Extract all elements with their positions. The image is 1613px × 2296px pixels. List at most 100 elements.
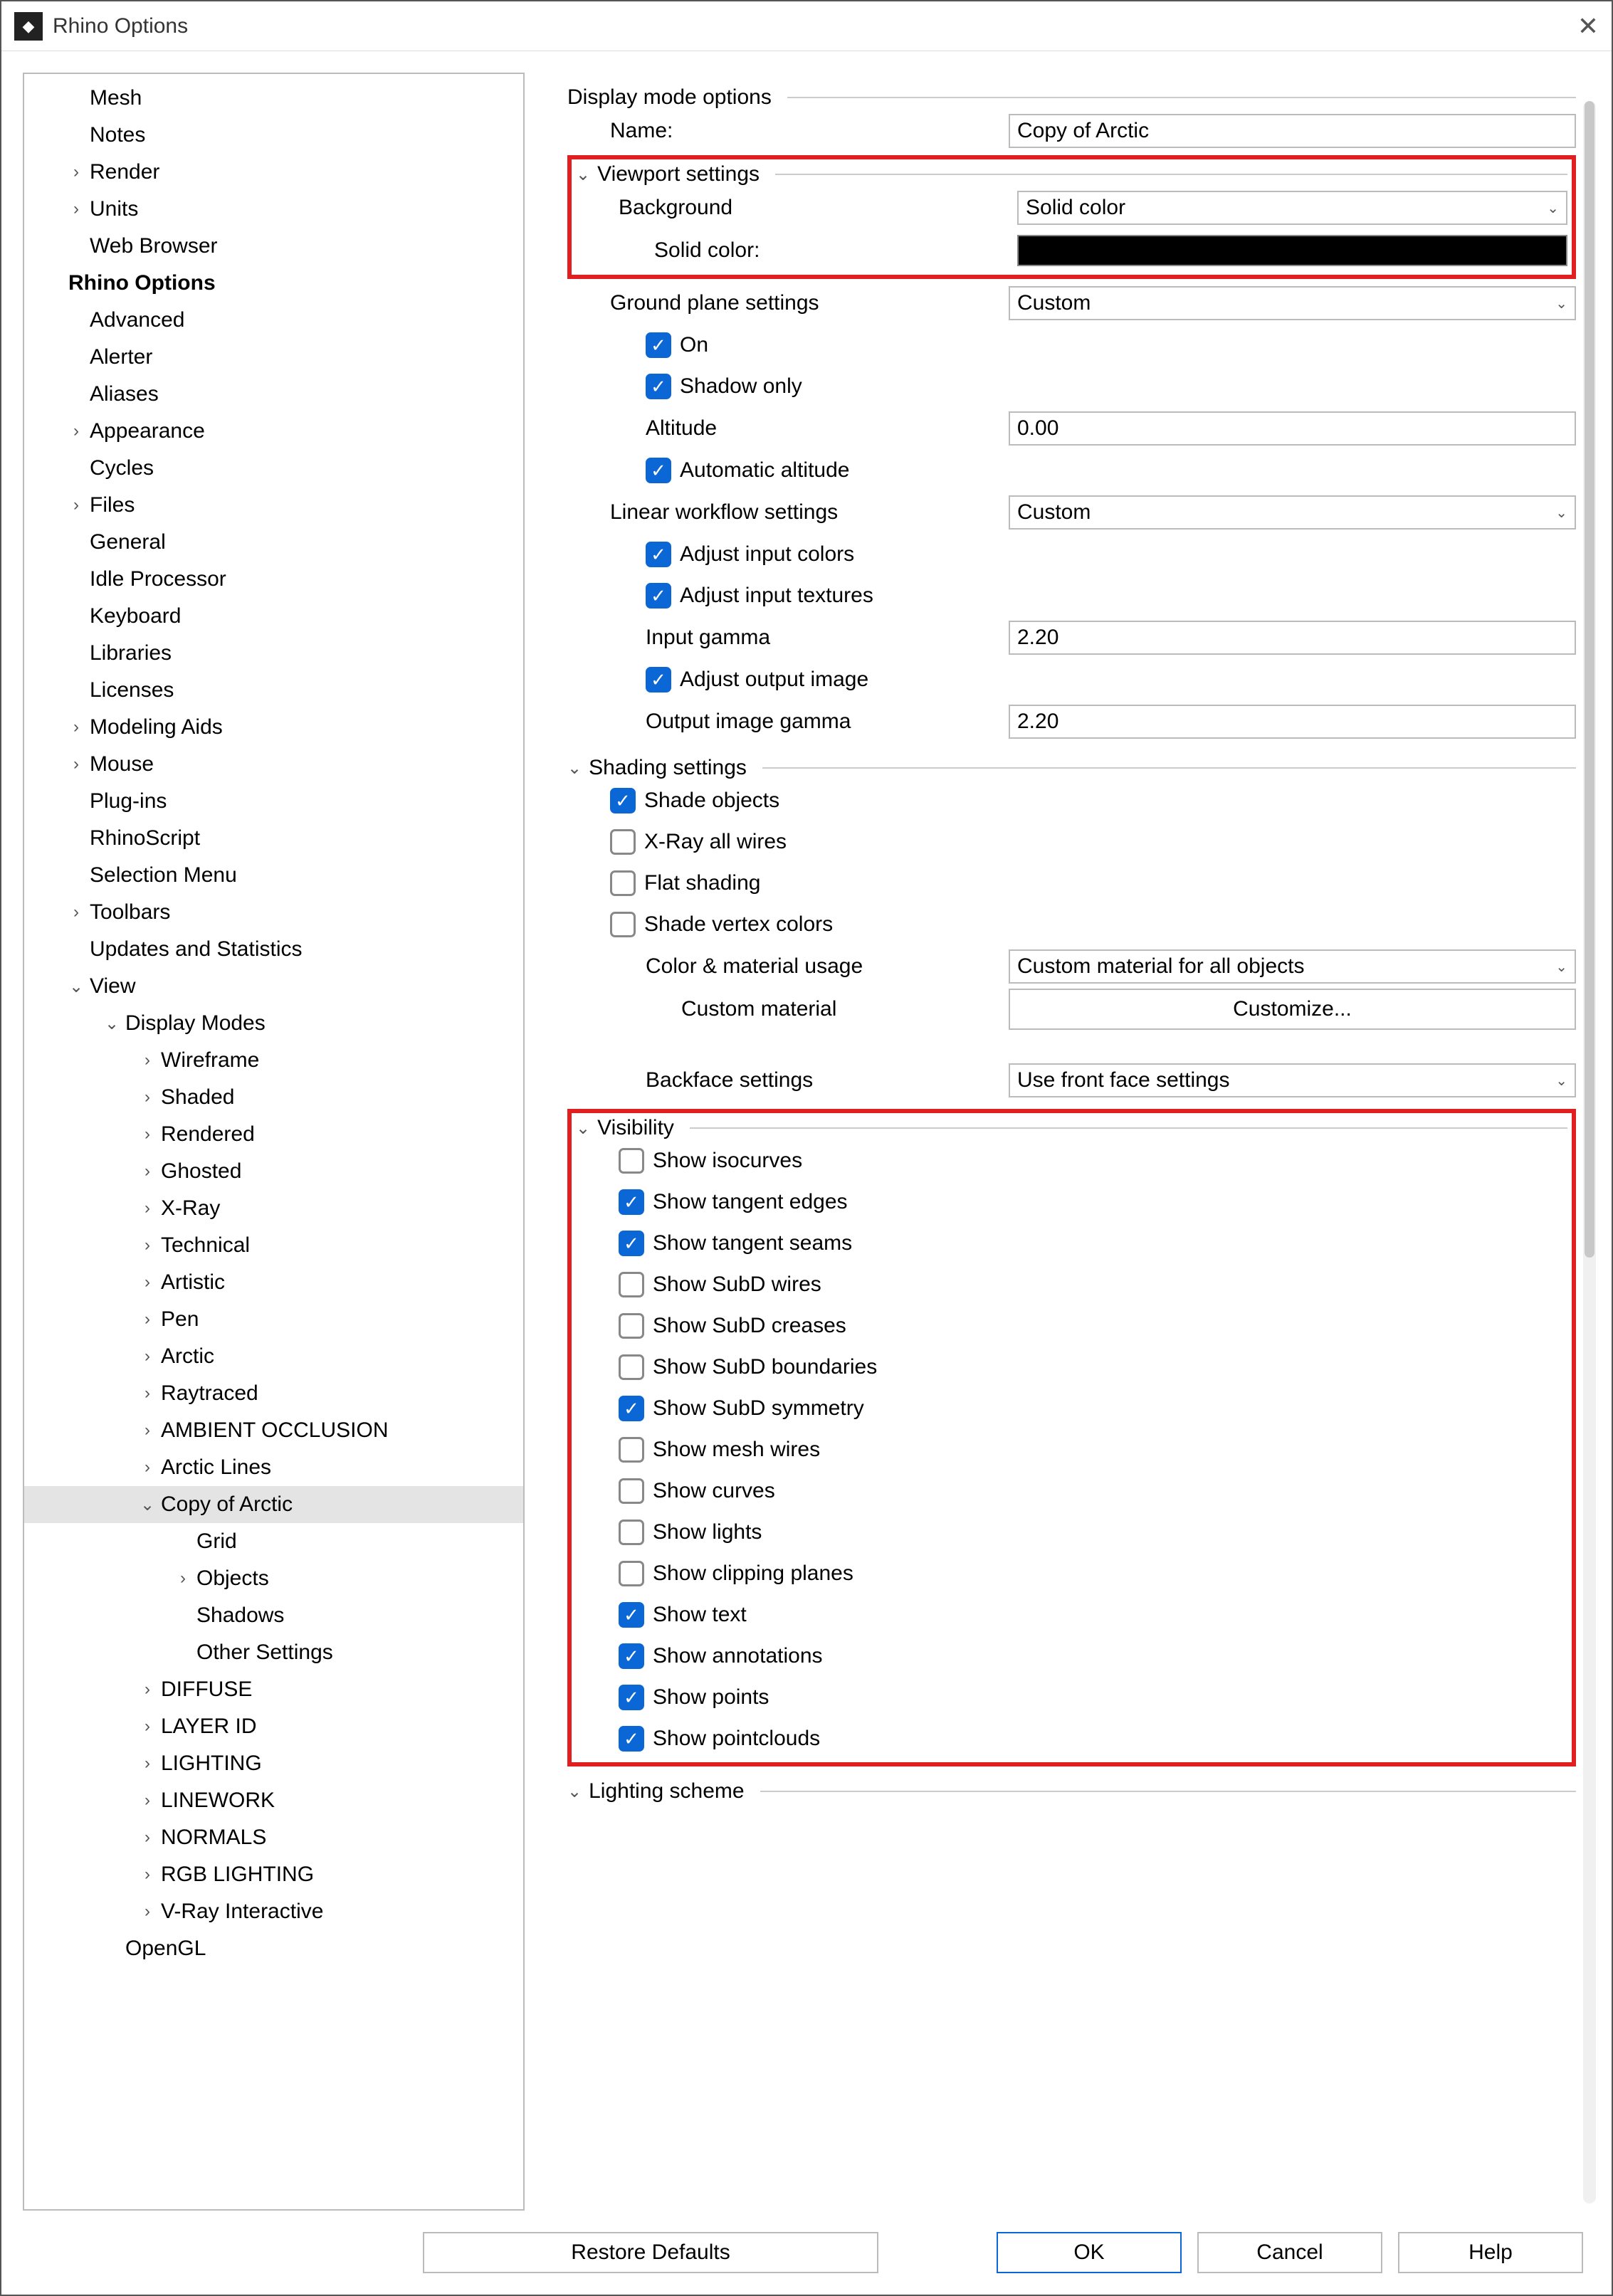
check-show-subd-boundaries[interactable]: Show SubD boundaries (576, 1347, 1567, 1388)
tree-item[interactable]: ›Objects (24, 1560, 523, 1597)
tree-item[interactable]: Aliases (24, 376, 523, 413)
check-show-text[interactable]: ✓Show text (576, 1594, 1567, 1636)
tree-item[interactable]: Rhino Options (24, 265, 523, 302)
tree-item[interactable]: ›Arctic (24, 1338, 523, 1375)
scrollbar[interactable] (1583, 101, 1596, 2203)
tree-item[interactable]: Plug-ins (24, 783, 523, 820)
tree-item[interactable]: ›Files (24, 487, 523, 524)
tree-item[interactable]: Mesh (24, 80, 523, 117)
check-show-tangent-edges[interactable]: ✓Show tangent edges (576, 1181, 1567, 1223)
tree-item[interactable]: Idle Processor (24, 561, 523, 598)
tree-item[interactable]: ›Artistic (24, 1264, 523, 1301)
check-show-curves[interactable]: Show curves (576, 1470, 1567, 1512)
group-visibility[interactable]: ⌄ Visibility (576, 1116, 1567, 1140)
tree-item[interactable]: Selection Menu (24, 857, 523, 894)
tree-item[interactable]: Licenses (24, 672, 523, 709)
tree-item[interactable]: Grid (24, 1523, 523, 1560)
check-adj-input-textures[interactable]: ✓ Adjust input textures (567, 575, 1576, 616)
restore-defaults-button[interactable]: Restore Defaults (423, 2232, 878, 2273)
tree-item[interactable]: Cycles (24, 450, 523, 487)
tree-item[interactable]: ›Appearance (24, 413, 523, 450)
tree-item[interactable]: ›Arctic Lines (24, 1449, 523, 1486)
tree-item[interactable]: ›Technical (24, 1227, 523, 1264)
check-adj-input-colors[interactable]: ✓ Adjust input colors (567, 534, 1576, 575)
check-show-points[interactable]: ✓Show points (576, 1677, 1567, 1718)
check-show-subd-symmetry[interactable]: ✓Show SubD symmetry (576, 1388, 1567, 1429)
scrollbar-thumb[interactable] (1585, 101, 1594, 1258)
tree-item[interactable]: ⌄Display Modes (24, 1005, 523, 1042)
tree-item[interactable]: ›Pen (24, 1301, 523, 1338)
tree-item[interactable]: Other Settings (24, 1634, 523, 1671)
tree-item[interactable]: ›Rendered (24, 1116, 523, 1153)
select-backface[interactable]: Use front face settings ⌄ (1009, 1063, 1576, 1097)
tree-item[interactable]: ›Mouse (24, 746, 523, 783)
tree-item[interactable]: ›Ghosted (24, 1153, 523, 1190)
tree-item[interactable]: ›LAYER ID (24, 1708, 523, 1745)
check-xray-wires[interactable]: X-Ray all wires (567, 821, 1576, 863)
tree-item[interactable]: ›DIFFUSE (24, 1671, 523, 1708)
check-show-tangent-seams[interactable]: ✓Show tangent seams (576, 1223, 1567, 1264)
tree-item[interactable]: General (24, 524, 523, 561)
check-show-subd-creases[interactable]: Show SubD creases (576, 1305, 1567, 1347)
tree-item[interactable]: ›Wireframe (24, 1042, 523, 1079)
tree-item[interactable]: ⌄Copy of Arctic (24, 1486, 523, 1523)
check-shade-vertex[interactable]: Shade vertex colors (567, 904, 1576, 945)
tree-item[interactable]: Advanced (24, 302, 523, 339)
check-show-isocurves[interactable]: Show isocurves (576, 1140, 1567, 1181)
check-show-subd-wires[interactable]: Show SubD wires (576, 1264, 1567, 1305)
check-flat-shading[interactable]: Flat shading (567, 863, 1576, 904)
color-swatch-solid[interactable] (1017, 235, 1567, 266)
tree-item[interactable]: OpenGL (24, 1930, 523, 1967)
tree-item[interactable]: ›LINEWORK (24, 1782, 523, 1819)
tree-item[interactable]: ›Toolbars (24, 894, 523, 931)
check-on[interactable]: ✓ On (567, 325, 1576, 366)
tree-item[interactable]: ›Raytraced (24, 1375, 523, 1412)
tree-item[interactable]: ›X-Ray (24, 1190, 523, 1227)
input-name[interactable] (1009, 114, 1576, 148)
input-input-gamma[interactable] (1009, 621, 1576, 655)
tree-item[interactable]: ›LIGHTING (24, 1745, 523, 1782)
tree-item[interactable]: Alerter (24, 339, 523, 376)
check-show-clipping[interactable]: Show clipping planes (576, 1553, 1567, 1594)
input-altitude[interactable] (1009, 411, 1576, 446)
tree-item[interactable]: ›Modeling Aids (24, 709, 523, 746)
tree-item[interactable]: ›Units (24, 191, 523, 228)
select-background[interactable]: Solid color ⌄ (1017, 191, 1567, 225)
tree-item[interactable]: ›V-Ray Interactive (24, 1893, 523, 1930)
check-adj-output-image[interactable]: ✓ Adjust output image (567, 659, 1576, 700)
tree-item[interactable]: ⌄View (24, 968, 523, 1005)
tree-panel[interactable]: MeshNotes›Render›UnitsWeb BrowserRhino O… (23, 73, 525, 2211)
input-output-gamma[interactable] (1009, 705, 1576, 739)
close-icon[interactable]: ✕ (1577, 11, 1599, 41)
tree-item[interactable]: Shadows (24, 1597, 523, 1634)
check-auto-altitude[interactable]: ✓ Automatic altitude (567, 450, 1576, 491)
check-show-mesh-wires[interactable]: Show mesh wires (576, 1429, 1567, 1470)
check-show-pointclouds[interactable]: ✓Show pointclouds (576, 1718, 1567, 1759)
tree-item[interactable]: ›NORMALS (24, 1819, 523, 1856)
select-ground-plane[interactable]: Custom ⌄ (1009, 286, 1576, 320)
group-lighting-scheme[interactable]: ⌄ Lighting scheme (567, 1779, 1576, 1803)
check-show-lights[interactable]: Show lights (576, 1512, 1567, 1553)
check-shade-objects[interactable]: ✓ Shade objects (567, 780, 1576, 821)
tree-item[interactable]: Keyboard (24, 598, 523, 635)
check-shadow-only[interactable]: ✓ Shadow only (567, 366, 1576, 407)
tree-item[interactable]: Notes (24, 117, 523, 154)
customize-button[interactable]: Customize... (1009, 989, 1576, 1030)
tree-item[interactable]: RhinoScript (24, 820, 523, 857)
tree-item[interactable]: ›Shaded (24, 1079, 523, 1116)
tree-item[interactable]: ›RGB LIGHTING (24, 1856, 523, 1893)
group-shading-settings[interactable]: ⌄ Shading settings (567, 756, 1576, 780)
check-show-annotations[interactable]: ✓Show annotations (576, 1636, 1567, 1677)
tree-item[interactable]: ›AMBIENT OCCLUSION (24, 1412, 523, 1449)
titlebar: ◆ Rhino Options ✕ (1, 1, 1612, 51)
group-viewport-settings[interactable]: ⌄ Viewport settings (576, 162, 1567, 186)
tree-item[interactable]: ›Render (24, 154, 523, 191)
cancel-button[interactable]: Cancel (1197, 2232, 1382, 2273)
select-linear-workflow[interactable]: Custom ⌄ (1009, 495, 1576, 530)
ok-button[interactable]: OK (997, 2232, 1182, 2273)
help-button[interactable]: Help (1398, 2232, 1583, 2273)
tree-item[interactable]: Updates and Statistics (24, 931, 523, 968)
tree-item[interactable]: Web Browser (24, 228, 523, 265)
tree-item[interactable]: Libraries (24, 635, 523, 672)
select-color-material[interactable]: Custom material for all objects ⌄ (1009, 949, 1576, 984)
